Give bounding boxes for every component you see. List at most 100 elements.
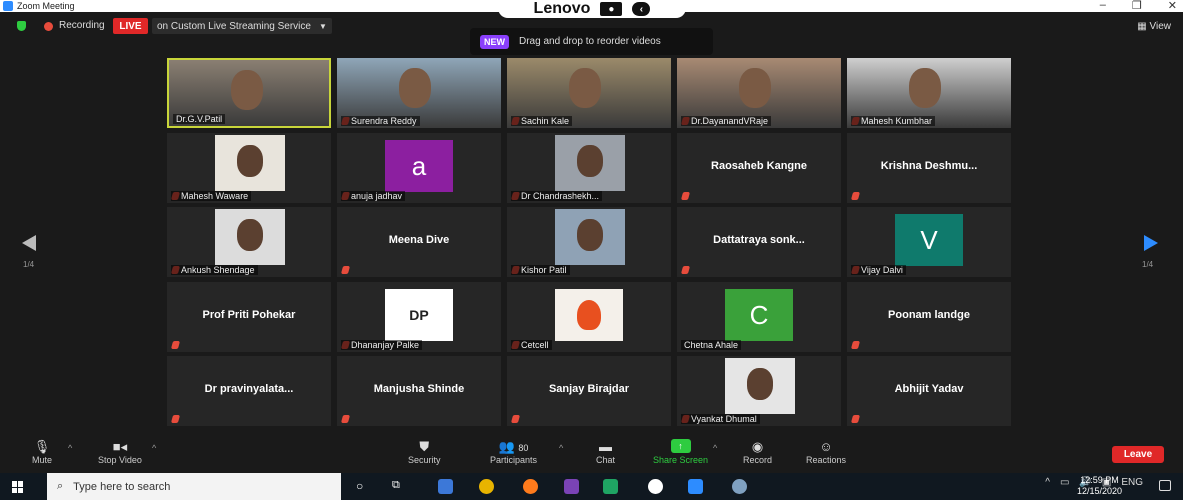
mute-label: Mute <box>32 455 53 465</box>
participant-tile[interactable]: Cetcell <box>507 282 671 352</box>
participant-name-label: Ankush Shendage <box>171 265 258 275</box>
minimize-button[interactable]: – <box>1100 0 1106 12</box>
recording-label[interactable]: Recording <box>59 20 105 31</box>
restore-button[interactable]: ❐ <box>1132 0 1142 12</box>
taskbar-search-box[interactable]: ⌕ Type here to search <box>47 473 341 500</box>
window-controls: – ❐ ✕ <box>1100 0 1177 12</box>
firefox-icon[interactable] <box>523 479 538 494</box>
leave-button[interactable]: Leave <box>1112 446 1164 463</box>
profile-photo <box>725 358 795 414</box>
participant-tile[interactable]: Poonam landge <box>847 282 1011 352</box>
cortana-circle-icon[interactable]: ○ <box>356 479 371 494</box>
share-label: Share Screen <box>653 455 709 465</box>
participant-tile[interactable]: Dr.G.V.Patil <box>167 58 331 128</box>
mute-button[interactable]: 🎙 Mute <box>32 439 52 465</box>
live-stream-dropdown[interactable]: on Custom Live Streaming Service ▼ <box>152 18 332 34</box>
participant-display-name: Meena Dive <box>388 234 450 246</box>
participant-display-name: Krishna Deshmu... <box>880 160 978 172</box>
muted-mic-icon <box>340 266 351 274</box>
participant-tile[interactable]: Prof Priti Pohekar <box>167 282 331 352</box>
stop-video-button[interactable]: ■◂ Stop Video <box>98 439 142 465</box>
participant-tile[interactable]: Dr.DayanandVRaje <box>677 58 841 128</box>
zoom-app-icon <box>3 1 13 11</box>
microphone-icon: 🎙 <box>33 439 51 454</box>
video-options-caret[interactable]: ^ <box>152 443 156 453</box>
participant-name-label: Kishor Patil <box>511 265 570 275</box>
person-figure <box>739 68 771 108</box>
onenote-icon[interactable] <box>564 479 579 494</box>
participants-button[interactable]: 👥 80 Participants <box>490 439 537 465</box>
record-button[interactable]: ◉ Record <box>743 439 772 465</box>
windows-start-icon[interactable] <box>12 481 24 493</box>
language-indicator[interactable]: ENG <box>1121 477 1143 488</box>
file-explorer-icon[interactable] <box>438 479 453 494</box>
notification-center-icon[interactable] <box>1159 480 1171 491</box>
participant-name-label: Mahesh Waware <box>171 191 252 201</box>
record-circle-icon: ◉ <box>751 439 764 454</box>
participants-options-caret[interactable]: ^ <box>559 443 563 453</box>
muted-mic-icon <box>680 192 691 200</box>
participant-tile[interactable]: Kishor Patil <box>507 207 671 277</box>
person-figure <box>747 368 773 400</box>
reactions-button[interactable]: ☺ Reactions <box>806 439 846 465</box>
search-icon: ⌕ <box>57 480 64 492</box>
participant-tile[interactable]: Abhijit Yadav <box>847 356 1011 426</box>
participant-tile[interactable]: Dr Chandrashekh... <box>507 133 671 203</box>
hangouts-icon[interactable] <box>603 479 618 494</box>
share-screen-button[interactable]: ↑ Share Screen <box>653 439 708 465</box>
chat-button[interactable]: ▬ Chat <box>596 439 615 465</box>
participant-tile[interactable]: DP Dhananjay Palke <box>337 282 501 352</box>
new-badge: NEW <box>480 34 509 49</box>
participant-tile[interactable]: V Vijay Dalvi <box>847 207 1011 277</box>
muted-mic-icon <box>680 266 691 274</box>
person-figure <box>237 219 263 251</box>
stop-video-label: Stop Video <box>98 455 142 465</box>
participant-tile[interactable]: Sachin Kale <box>507 58 671 128</box>
initial-avatar: a <box>385 140 453 192</box>
participant-tile[interactable]: C Chetna Ahale <box>677 282 841 352</box>
chrome-icon[interactable] <box>479 479 494 494</box>
participant-tile[interactable]: Ankush Shendage <box>167 207 331 277</box>
participant-tile[interactable]: Mahesh Waware <box>167 133 331 203</box>
stream-label: on Custom Live Streaming Service <box>157 20 311 32</box>
next-page-icon[interactable] <box>1144 235 1158 251</box>
muted-mic-icon <box>850 192 861 200</box>
zoom-taskbar-icon[interactable] <box>688 479 703 494</box>
participant-display-name: Dr pravinyalata... <box>204 383 294 395</box>
profile-logo: DP <box>385 289 453 341</box>
participant-display-name: Abhijit Yadav <box>894 383 964 395</box>
profile-photo <box>555 209 625 265</box>
view-button[interactable]: ▦ View <box>1137 21 1171 32</box>
audio-options-caret[interactable]: ^ <box>68 443 72 453</box>
previous-page-icon[interactable] <box>22 235 36 251</box>
chevron-up-icon[interactable]: ^ <box>1045 477 1050 488</box>
participant-tile[interactable]: Vyankat Dhumal <box>677 356 841 426</box>
encryption-shield-icon[interactable] <box>17 21 26 31</box>
share-options-caret[interactable]: ^ <box>713 443 717 453</box>
person-figure <box>577 219 603 251</box>
person-figure <box>909 68 941 108</box>
battery-icon[interactable]: ▭ <box>1060 477 1069 488</box>
participant-tile[interactable]: Surendra Reddy <box>337 58 501 128</box>
participant-tile[interactable]: Meena Dive <box>337 207 501 277</box>
participant-name-label: Dr Chandrashekh... <box>511 191 603 201</box>
grid-icon: ▦ <box>1137 21 1150 32</box>
paint-icon[interactable] <box>732 479 747 494</box>
close-button[interactable]: ✕ <box>1168 0 1177 12</box>
muted-mic-icon <box>850 341 861 349</box>
participant-tile[interactable]: Sanjay Birajdar <box>507 356 671 426</box>
participant-tile[interactable]: Manjusha Shinde <box>337 356 501 426</box>
task-view-icon[interactable]: ⧉ <box>392 479 407 494</box>
participant-tile[interactable]: Raosaheb Kangne <box>677 133 841 203</box>
participant-tile[interactable]: Krishna Deshmu... <box>847 133 1011 203</box>
participant-name-label: Sachin Kale <box>511 116 573 126</box>
taskbar-clock[interactable]: 12:59 PM 12/15/2020 <box>1077 475 1122 497</box>
participant-tile[interactable]: Mahesh Kumbhar <box>847 58 1011 128</box>
emoji-reaction-icon: ☺ <box>819 439 833 454</box>
participant-tile[interactable]: a anuja jadhav <box>337 133 501 203</box>
initial-avatar: V <box>895 214 963 266</box>
participant-tile[interactable]: Dr pravinyalata... <box>167 356 331 426</box>
security-button[interactable]: ⛊ Security <box>408 439 441 465</box>
participant-tile[interactable]: Dattatraya sonk... <box>677 207 841 277</box>
maps-pin-icon[interactable] <box>648 479 663 494</box>
